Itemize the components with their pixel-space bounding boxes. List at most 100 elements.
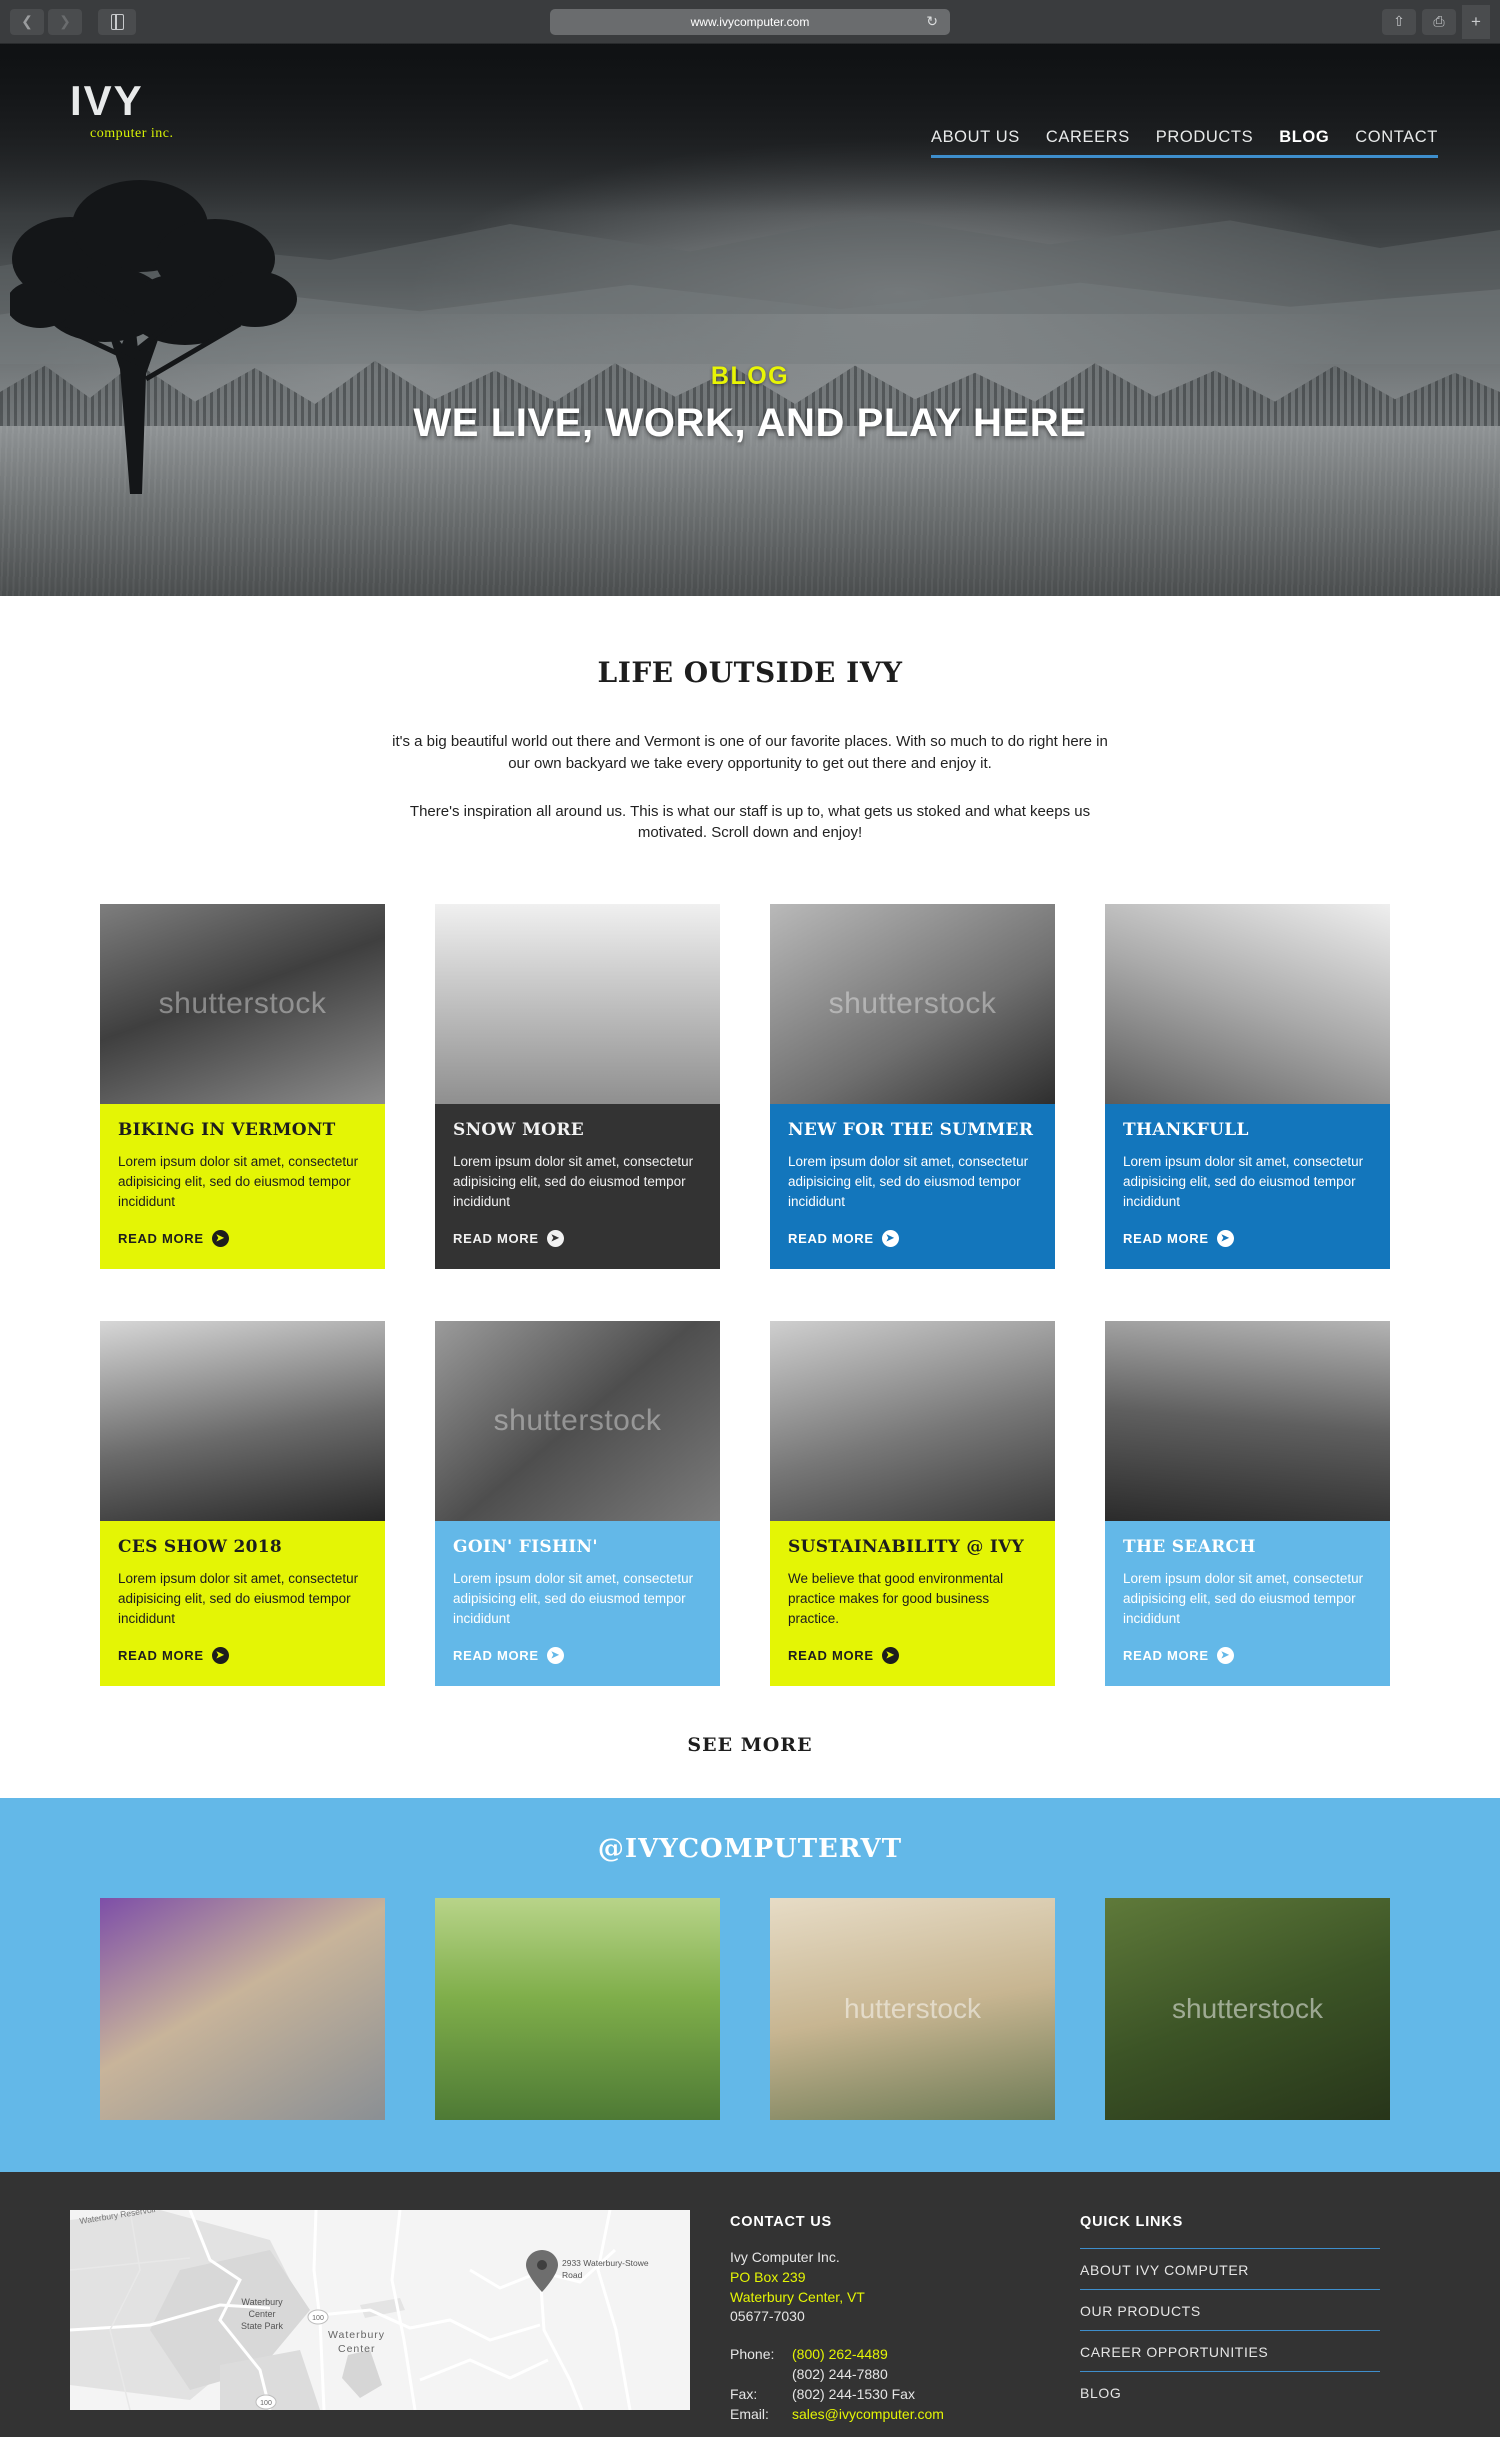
blog-card-image: shutterstock — [435, 1320, 720, 1521]
read-more-button[interactable]: READ MORE ➤ — [1123, 1229, 1372, 1247]
sidebar-icon[interactable] — [98, 8, 136, 35]
zip-code: 05677-7030 — [730, 2308, 805, 2325]
fax-number: (802) 244-1530 Fax — [792, 2386, 915, 2403]
blog-card-body: THE SEARCH Lorem ipsum dolor sit amet, co… — [1105, 1520, 1390, 1686]
read-more-button[interactable]: READ MORE ➤ — [788, 1646, 1037, 1664]
read-more-button[interactable]: READ MORE ➤ — [1123, 1646, 1372, 1664]
blog-card-description: Lorem ipsum dolor sit amet, consectetur … — [453, 1154, 694, 1209]
map-route-label-2: 100 — [260, 2400, 272, 2407]
url-text: www.ivycomputer.com — [690, 14, 810, 29]
new-tab-button[interactable]: + — [1462, 4, 1490, 39]
stock-watermark: shutterstock — [493, 1403, 662, 1437]
instagram-photo[interactable] — [435, 1897, 720, 2120]
read-more-button[interactable]: READ MORE ➤ — [118, 1646, 367, 1664]
main-navigation: ABOUT US CAREERS PRODUCTS BLOG CONTACT — [930, 128, 1438, 158]
blog-card-image — [100, 1320, 385, 1521]
blog-card[interactable]: SNOW MORE Lorem ipsum dolor sit amet, con… — [435, 904, 720, 1269]
read-more-button[interactable]: READ MORE ➤ — [118, 1229, 367, 1247]
quick-links-column: QUICK LINKS ABOUT IVY COMPUTER OUR PRODUC… — [1080, 2210, 1380, 2425]
quick-link-item[interactable]: ABOUT IVY COMPUTER — [1080, 2247, 1380, 2289]
phone-secondary[interactable]: (802) 244-7880 — [792, 2365, 888, 2385]
blog-card-grid: shutterstock BIKING IN VERMONT Lorem ipsum… — [100, 904, 1400, 1686]
logo-text: IVY — [70, 77, 144, 124]
phone-label: Phone: — [730, 2346, 775, 2363]
nav-item-careers[interactable]: CAREERS — [1046, 128, 1130, 147]
blog-card[interactable]: shutterstock NEW FOR THE SUMMER Lorem ipsu… — [770, 904, 1055, 1269]
blog-card-title: THANKFULL — [1123, 1120, 1249, 1140]
read-more-label: READ MORE — [1123, 1230, 1209, 1246]
intro-paragraph-2: There's inspiration all around us. This … — [409, 802, 1091, 842]
phone-primary[interactable]: (800) 262-4489 — [792, 2345, 888, 2365]
reload-icon[interactable]: ↻ — [926, 13, 938, 30]
read-more-label: READ MORE — [118, 1230, 204, 1246]
quick-link-item[interactable]: BLOG — [1080, 2370, 1380, 2412]
read-more-button[interactable]: READ MORE ➤ — [453, 1646, 702, 1664]
map-label-town-2: Center — [338, 2343, 376, 2355]
nav-item-products[interactable]: PRODUCTS — [1156, 128, 1253, 147]
email-address[interactable]: sales@ivycomputer.com — [792, 2405, 944, 2425]
blog-card-description: Lorem ipsum dolor sit amet, consectetur … — [788, 1154, 1029, 1209]
page-title: LIFE OUTSIDE IVY — [597, 656, 903, 689]
site-logo[interactable]: IVY computer inc. — [70, 80, 173, 142]
read-more-label: READ MORE — [788, 1230, 874, 1246]
read-more-button[interactable]: READ MORE ➤ — [788, 1229, 1037, 1247]
address-bar[interactable]: www.ivycomputer.com ↻ — [550, 8, 950, 35]
blog-card-description: Lorem ipsum dolor sit amet, consectetur … — [1123, 1570, 1364, 1626]
forward-icon[interactable]: ❯ — [48, 8, 82, 35]
blog-card[interactable]: CES SHOW 2018 Lorem ipsum dolor sit amet,… — [100, 1320, 385, 1686]
nav-item-contact[interactable]: CONTACT — [1355, 128, 1438, 147]
quick-link-item[interactable]: CAREER OPPORTUNITIES — [1080, 2329, 1380, 2371]
map-label-park-2: Center — [248, 2309, 275, 2319]
phone-row-2: (802) 244-7880 — [730, 2365, 1040, 2385]
blog-card-title: CES SHOW 2018 — [118, 1536, 283, 1557]
blog-card-body: SNOW MORE Lorem ipsum dolor sit amet, con… — [435, 1104, 720, 1269]
intro-paragraph-1: it's a big beautiful world out there and… — [392, 733, 1108, 772]
quick-links-heading: QUICK LINKS — [1080, 2213, 1184, 2230]
blog-card-title: SUSTAINABILITY @ IVY — [788, 1536, 1025, 1557]
read-more-label: READ MORE — [1123, 1647, 1209, 1663]
stock-watermark: shutterstock — [1172, 1992, 1323, 2024]
blog-card-image — [1105, 904, 1390, 1104]
blog-card-body: THANKFULL Lorem ipsum dolor sit amet, con… — [1105, 1104, 1390, 1269]
instagram-photo[interactable]: hutterstock — [770, 1897, 1055, 2120]
share-icon[interactable]: ⇧ — [1382, 8, 1416, 35]
map-pin-label-line1: 2933 Waterbury-Stowe — [562, 2258, 649, 2268]
back-icon[interactable]: ❮ — [10, 8, 44, 35]
blog-card[interactable]: shutterstock BIKING IN VERMONT Lorem ipsum… — [100, 904, 385, 1269]
map-label-town-1: Waterbury — [328, 2329, 385, 2341]
nav-item-blog[interactable]: BLOG — [1279, 128, 1329, 147]
blog-card-image: shutterstock — [100, 904, 385, 1104]
see-more-button[interactable]: SEE MORE — [0, 1686, 1500, 1798]
blog-card[interactable]: shutterstock GOIN' FISHIN' Lorem ipsum dol… — [435, 1320, 720, 1686]
location-map[interactable]: 100 100 Waterbury Reservoir Waterbury Ce… — [70, 2209, 690, 2410]
nav-item-about-us[interactable]: ABOUT US — [931, 128, 1020, 147]
blog-card[interactable]: THE SEARCH Lorem ipsum dolor sit amet, co… — [1105, 1320, 1390, 1686]
tabs-icon[interactable]: ⎙ — [1422, 8, 1456, 35]
read-more-button[interactable]: READ MORE ➤ — [453, 1229, 702, 1247]
blog-card-title: NEW FOR THE SUMMER — [788, 1120, 1034, 1140]
contact-methods: Phone: (800) 262-4489 (802) 244-7880 Fax… — [730, 2345, 1040, 2425]
hero-section: IVY computer inc. ABOUT US CAREERS PRODU… — [0, 44, 1500, 596]
arrow-right-icon: ➤ — [546, 1646, 564, 1664]
arrow-right-icon: ➤ — [881, 1646, 899, 1664]
fax-label: Fax: — [730, 2386, 758, 2403]
blog-card-body: SUSTAINABILITY @ IVY We believe that good… — [770, 1520, 1055, 1686]
stock-watermark: shutterstock — [828, 987, 997, 1020]
company-name: Ivy Computer Inc. — [730, 2248, 840, 2265]
stock-watermark: hutterstock — [844, 1992, 981, 2024]
instagram-photo[interactable] — [100, 1897, 385, 2120]
blog-card-title: BIKING IN VERMONT — [118, 1120, 336, 1140]
blog-card[interactable]: SUSTAINABILITY @ IVY We believe that good… — [770, 1320, 1055, 1686]
quick-link-item[interactable]: OUR PRODUCTS — [1080, 2288, 1380, 2330]
blog-card-description: Lorem ipsum dolor sit amet, consectetur … — [1123, 1154, 1364, 1209]
intro-section: LIFE OUTSIDE IVY it's a big beautiful wo… — [0, 596, 1500, 844]
map-label-park-1: Waterbury — [241, 2297, 283, 2307]
browser-toolbar: ❮ ❯ www.ivycomputer.com ↻ ⇧ ⎙ + — [0, 0, 1500, 44]
map-pin-label-line2: Road — [562, 2270, 583, 2280]
arrow-right-icon: ➤ — [1216, 1229, 1234, 1247]
blog-card-body: NEW FOR THE SUMMER Lorem ipsum dolor sit … — [770, 1104, 1055, 1269]
instagram-photo[interactable]: shutterstock — [1105, 1897, 1390, 2120]
blog-card[interactable]: THANKFULL Lorem ipsum dolor sit amet, con… — [1105, 904, 1390, 1269]
blog-card-image: shutterstock — [770, 904, 1055, 1104]
blog-card-title: THE SEARCH — [1123, 1536, 1256, 1557]
